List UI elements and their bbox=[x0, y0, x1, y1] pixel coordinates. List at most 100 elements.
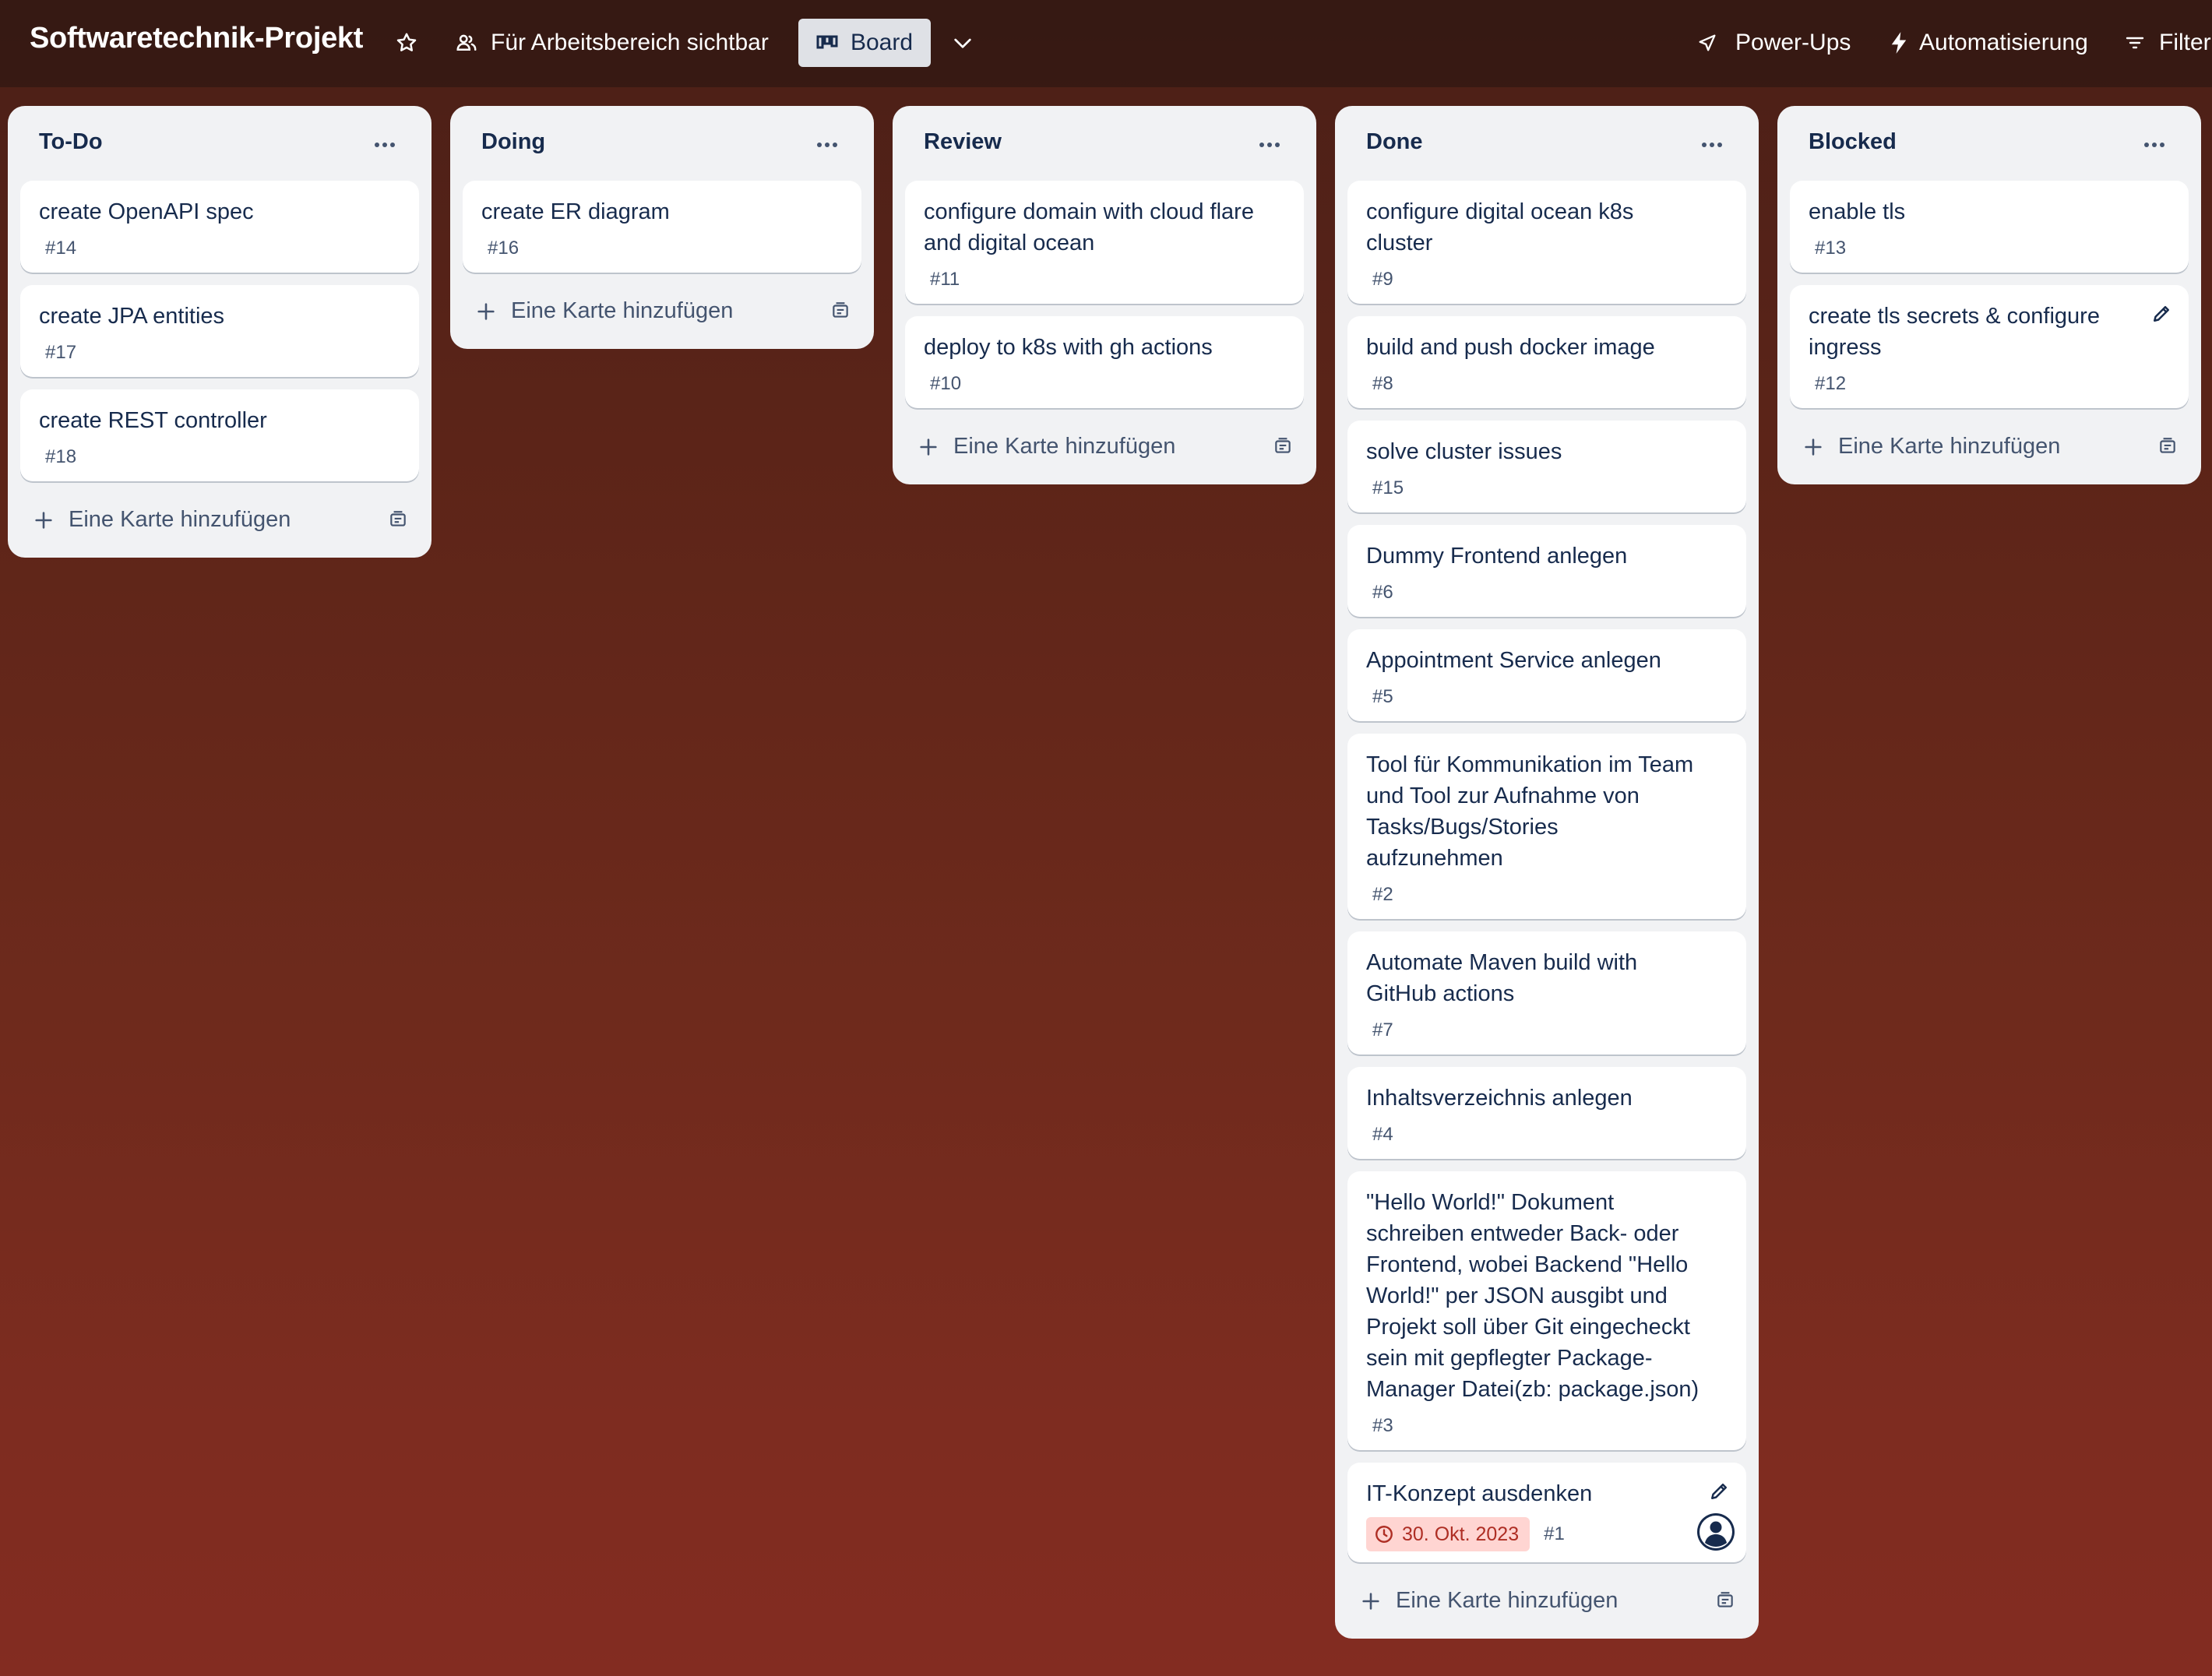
card-title: Dummy Frontend anlegen bbox=[1366, 544, 1628, 569]
card[interactable]: create ER diagram #16 bbox=[463, 181, 861, 273]
card-number: #18 bbox=[45, 446, 77, 467]
card[interactable]: configure domain with cloud flare and di… bbox=[905, 181, 1304, 304]
add-card-button[interactable]: Eine Karte hinzufügen bbox=[69, 507, 291, 533]
add-card-button[interactable]: Eine Karte hinzufügen bbox=[1396, 1588, 1618, 1614]
card-number: #3 bbox=[1372, 1415, 1393, 1436]
card-number: #11 bbox=[930, 269, 960, 290]
pencil-icon[interactable] bbox=[2150, 302, 2173, 326]
card-template-icon[interactable] bbox=[1715, 1590, 1735, 1611]
pencil-icon[interactable] bbox=[1707, 1480, 1731, 1503]
list-menu-button[interactable] bbox=[1696, 129, 1728, 160]
board-view-label: Board bbox=[850, 30, 914, 55]
list-menu-button[interactable] bbox=[1254, 129, 1285, 160]
add-card-row: Eine Karte hinzufügen bbox=[463, 285, 861, 336]
card-title: deploy to k8s with gh actions bbox=[924, 335, 1213, 360]
card-template-icon[interactable] bbox=[2157, 436, 2178, 456]
ellipsis-icon bbox=[375, 143, 395, 147]
card-title: IT-Konzept ausdenken bbox=[1366, 1481, 1593, 1506]
add-card-button[interactable]: Eine Karte hinzufügen bbox=[1838, 434, 2060, 459]
card-number: #8 bbox=[1372, 373, 1393, 394]
list-title[interactable]: Doing bbox=[481, 129, 545, 155]
user-avatar-icon[interactable] bbox=[1696, 1512, 1735, 1551]
list-title[interactable]: Done bbox=[1366, 129, 1423, 155]
card[interactable]: create tls secrets & configure ingress #… bbox=[1790, 285, 2189, 408]
card[interactable]: IT-Konzept ausdenken 30. Okt. 2023 #1 bbox=[1347, 1463, 1746, 1562]
card[interactable]: Automate Maven build with GitHub actions… bbox=[1347, 931, 1746, 1055]
filter-label: Filter bbox=[2159, 30, 2211, 55]
list-doing: Doing create ER diagram #16 Eine Karte h… bbox=[450, 106, 874, 349]
card-title: Tool für Kommunikation im Team und Tool … bbox=[1366, 752, 1694, 871]
add-card-row: Eine Karte hinzufügen bbox=[1347, 1575, 1746, 1626]
card[interactable]: create REST controller #18 bbox=[20, 389, 419, 481]
powerups-button[interactable]: Power-Ups bbox=[1696, 19, 1851, 67]
ellipsis-icon bbox=[1702, 143, 1722, 147]
automation-button[interactable]: Automatisierung bbox=[1890, 19, 2088, 67]
card-number: #14 bbox=[45, 238, 77, 259]
card-number: #12 bbox=[1815, 373, 1847, 394]
due-date-badge[interactable]: 30. Okt. 2023 bbox=[1366, 1517, 1530, 1551]
card-title: create tls secrets & configure ingress bbox=[1809, 304, 2100, 360]
card[interactable]: deploy to k8s with gh actions #10 bbox=[905, 316, 1304, 408]
star-icon bbox=[396, 33, 417, 51]
card-number: #9 bbox=[1372, 269, 1393, 290]
card-template-icon[interactable] bbox=[830, 301, 851, 321]
automation-label: Automatisierung bbox=[1919, 30, 2088, 55]
add-card-button[interactable]: Eine Karte hinzufügen bbox=[511, 298, 733, 324]
filter-icon bbox=[2125, 33, 2145, 52]
card[interactable]: Dummy Frontend anlegen #6 bbox=[1347, 525, 1746, 617]
card[interactable]: solve cluster issues #15 bbox=[1347, 421, 1746, 512]
due-date-label: 30. Okt. 2023 bbox=[1402, 1523, 1520, 1545]
list-menu-button[interactable] bbox=[369, 129, 400, 160]
card[interactable]: create OpenAPI spec #14 bbox=[20, 181, 419, 273]
card-number: #15 bbox=[1372, 477, 1404, 498]
plus-icon bbox=[920, 438, 937, 456]
board-title[interactable]: Softwaretechnik-Projekt bbox=[30, 22, 363, 55]
card[interactable]: "Hello World!" Dokument schreiben entwed… bbox=[1347, 1171, 1746, 1450]
card[interactable]: enable tls #13 bbox=[1790, 181, 2189, 273]
clock-icon bbox=[1374, 1524, 1394, 1544]
people-icon bbox=[455, 31, 478, 55]
visibility-button[interactable]: Für Arbeitsbereich sichtbar bbox=[455, 19, 769, 67]
list-menu-button[interactable] bbox=[812, 129, 843, 160]
list-title[interactable]: Review bbox=[924, 129, 1002, 155]
card-title: configure domain with cloud flare and di… bbox=[924, 199, 1254, 255]
card[interactable]: build and push docker image #8 bbox=[1347, 316, 1746, 408]
list-title[interactable]: Blocked bbox=[1809, 129, 1897, 155]
card-number: #17 bbox=[45, 342, 77, 363]
card-number: #5 bbox=[1372, 686, 1393, 707]
card[interactable]: Appointment Service anlegen #5 bbox=[1347, 629, 1746, 721]
list-header: Done bbox=[1347, 106, 1746, 181]
view-switcher-button[interactable] bbox=[946, 19, 980, 67]
card-template-icon[interactable] bbox=[388, 509, 408, 530]
card-title: create ER diagram bbox=[481, 199, 670, 224]
card[interactable]: Tool für Kommunikation im Team und Tool … bbox=[1347, 734, 1746, 919]
lightning-icon bbox=[1890, 31, 1908, 55]
card-number: #7 bbox=[1372, 1019, 1393, 1040]
star-button[interactable] bbox=[389, 19, 424, 67]
list-title[interactable]: To-Do bbox=[39, 129, 103, 155]
card-template-icon[interactable] bbox=[1273, 436, 1293, 456]
card-number: #4 bbox=[1372, 1124, 1393, 1145]
add-card-button[interactable]: Eine Karte hinzufügen bbox=[953, 434, 1175, 459]
list-review: Review configure domain with cloud flare… bbox=[893, 106, 1316, 484]
list-header: Doing bbox=[463, 106, 861, 181]
add-card-row: Eine Karte hinzufügen bbox=[20, 494, 419, 545]
list-done: Done configure digital ocean k8s cluster… bbox=[1335, 106, 1759, 1639]
card-title: solve cluster issues bbox=[1366, 439, 1562, 464]
card[interactable]: configure digital ocean k8s cluster #9 bbox=[1347, 181, 1746, 304]
card[interactable]: Inhaltsverzeichnis anlegen #4 bbox=[1347, 1067, 1746, 1159]
card[interactable]: create JPA entities #17 bbox=[20, 285, 419, 377]
card-number: #13 bbox=[1815, 238, 1847, 259]
card-title: configure digital ocean k8s cluster bbox=[1366, 199, 1634, 255]
ellipsis-icon bbox=[1259, 143, 1280, 147]
add-card-row: Eine Karte hinzufügen bbox=[905, 421, 1304, 472]
list-todo: To-Do create OpenAPI spec #14 create JPA… bbox=[8, 106, 431, 558]
rocket-icon bbox=[1696, 32, 1718, 54]
filter-button[interactable]: Filter bbox=[2125, 19, 2211, 67]
card-title: enable tls bbox=[1809, 199, 1906, 224]
board-view-button[interactable]: Board bbox=[798, 19, 931, 67]
list-menu-button[interactable] bbox=[2139, 129, 2170, 160]
card-title: create REST controller bbox=[39, 408, 267, 433]
plus-icon bbox=[35, 512, 52, 529]
list-header: Review bbox=[905, 106, 1304, 181]
